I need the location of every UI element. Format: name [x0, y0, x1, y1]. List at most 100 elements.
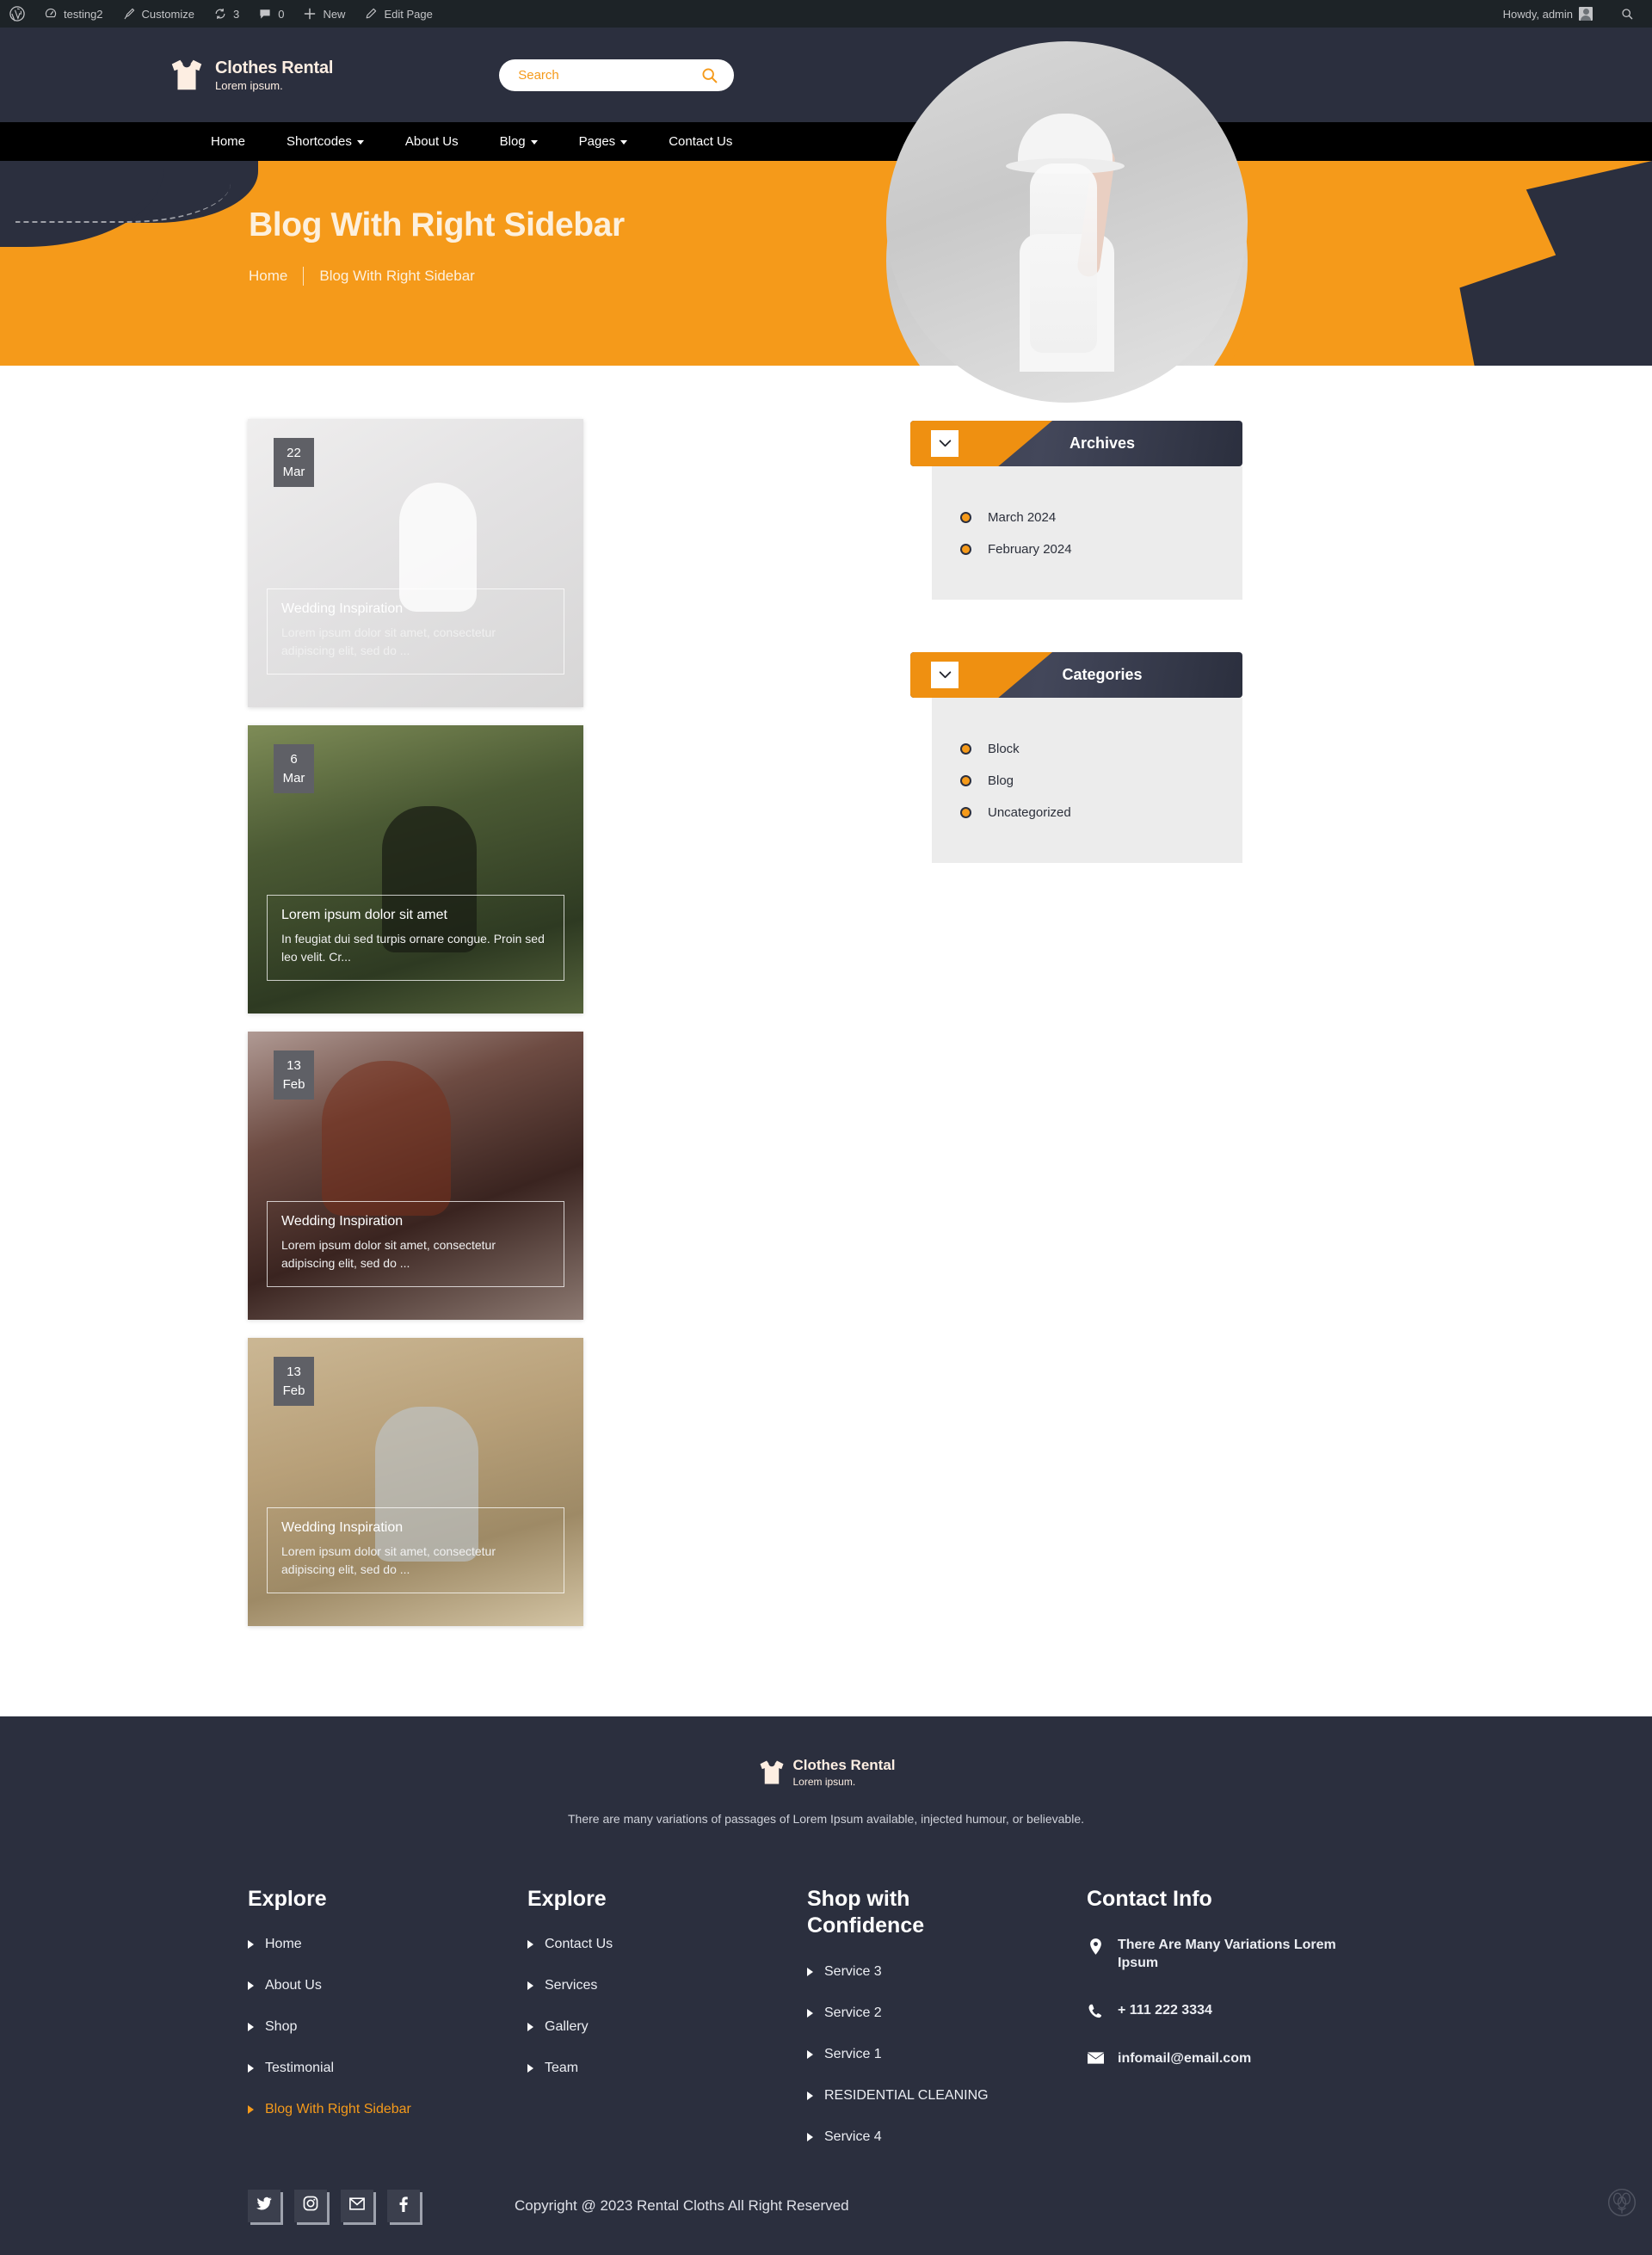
dashboard-icon: [44, 7, 58, 21]
wordpress-logo-menu[interactable]: [0, 0, 34, 28]
list-item[interactable]: Blog With Right Sidebar: [248, 2102, 452, 2117]
nav-item-blog[interactable]: Blog: [479, 122, 558, 161]
bullet-icon: [962, 777, 970, 785]
nav-link-home[interactable]: Home: [190, 122, 266, 161]
nav-item-contact-us[interactable]: Contact Us: [648, 122, 753, 161]
site-header: Clothes Rental Lorem ipsum.: [0, 28, 1652, 403]
site-logo-link[interactable]: Clothes Rental Lorem ipsum.: [167, 55, 333, 95]
social-link-instagram[interactable]: [294, 2189, 327, 2222]
footer-link[interactable]: Services: [545, 1978, 597, 1993]
list-item[interactable]: February 2024: [932, 533, 1242, 565]
customize-menu[interactable]: Customize: [113, 0, 204, 28]
post-card[interactable]: 22 Mar Wedding Inspiration Lorem ipsum d…: [248, 419, 583, 707]
my-account-menu[interactable]: Howdy, admin: [1494, 0, 1602, 28]
footer-link[interactable]: Home: [265, 1937, 302, 1952]
post-card[interactable]: 13 Feb Wedding Inspiration Lorem ipsum d…: [248, 1338, 583, 1626]
footer-link-list: Home About Us Shop Testimonial Blog With…: [248, 1937, 452, 2117]
nav-label: Pages: [578, 134, 616, 149]
widget-toggle-button[interactable]: [931, 430, 959, 457]
archive-link[interactable]: March 2024: [988, 510, 1056, 525]
post-title[interactable]: Wedding Inspiration: [281, 1214, 550, 1229]
edit-page-link[interactable]: Edit Page: [354, 0, 441, 28]
list-item[interactable]: About Us: [248, 1978, 452, 1993]
site-footer: Clothes Rental Lorem ipsum. There are ma…: [0, 1716, 1652, 2255]
list-item[interactable]: Blog: [932, 765, 1242, 797]
contact-email[interactable]: infomail@email.com: [1118, 2050, 1251, 2067]
contact-phone[interactable]: + 111 222 3334: [1118, 2002, 1212, 2019]
nav-label: Home: [211, 134, 246, 149]
post-card[interactable]: 6 Mar Lorem ipsum dolor sit amet In feug…: [248, 725, 583, 1014]
list-item[interactable]: RESIDENTIAL CLEANING: [807, 2088, 1011, 2104]
nav-link-pages[interactable]: Pages: [558, 122, 649, 161]
list-item[interactable]: Shop: [248, 2019, 452, 2035]
site-name-menu[interactable]: testing2: [34, 0, 113, 28]
nav-link-blog[interactable]: Blog: [479, 122, 558, 161]
nav-link-about-us[interactable]: About Us: [385, 122, 479, 161]
widget-toggle-button[interactable]: [931, 662, 959, 688]
list-item[interactable]: Gallery: [527, 2019, 731, 2035]
phone-icon: [1087, 2002, 1104, 2018]
category-link[interactable]: Blog: [988, 773, 1014, 788]
list-item[interactable]: Service 2: [807, 2005, 1011, 2021]
post-title[interactable]: Wedding Inspiration: [281, 1520, 550, 1536]
comments-menu[interactable]: 0: [249, 0, 293, 28]
footer-link[interactable]: RESIDENTIAL CLEANING: [824, 2088, 989, 2104]
list-item[interactable]: Services: [527, 1978, 731, 1993]
footer-link-active[interactable]: Blog With Right Sidebar: [265, 2102, 411, 2117]
social-links: [248, 2189, 420, 2222]
list-item[interactable]: Testimonial: [248, 2061, 452, 2076]
paintbrush-icon: [122, 7, 136, 21]
search-submit-button[interactable]: [700, 66, 718, 84]
list-item[interactable]: Uncategorized: [932, 797, 1242, 829]
footer-link[interactable]: Service 1: [824, 2047, 882, 2062]
search-input[interactable]: [518, 67, 701, 83]
list-item[interactable]: Service 4: [807, 2129, 1011, 2145]
nav-item-shortcodes[interactable]: Shortcodes: [266, 122, 385, 161]
footer-link[interactable]: Service 3: [824, 1964, 882, 1980]
archive-link[interactable]: February 2024: [988, 542, 1072, 557]
list-item[interactable]: Team: [527, 2061, 731, 2076]
new-content-menu[interactable]: New: [293, 0, 354, 28]
twitter-icon: [256, 2196, 272, 2215]
nav-link-shortcodes[interactable]: Shortcodes: [266, 122, 385, 161]
post-title[interactable]: Lorem ipsum dolor sit amet: [281, 908, 550, 923]
pencil-icon: [364, 7, 378, 21]
footer-link[interactable]: About Us: [265, 1978, 322, 1993]
list-item[interactable]: Home: [248, 1937, 452, 1952]
breadcrumb-home-link[interactable]: Home: [249, 268, 287, 285]
post-date-day: 13: [287, 1364, 301, 1379]
footer-link[interactable]: Service 4: [824, 2129, 882, 2145]
social-link-mail[interactable]: [341, 2189, 373, 2222]
social-link-facebook[interactable]: [387, 2189, 420, 2222]
list-item[interactable]: Contact Us: [527, 1937, 731, 1952]
list-item[interactable]: Service 3: [807, 1964, 1011, 1980]
list-item[interactable]: March 2024: [932, 502, 1242, 533]
nav-item-home[interactable]: Home: [190, 122, 266, 161]
footer-link[interactable]: Team: [545, 2061, 578, 2076]
footer-brand-text: Clothes Rental Lorem ipsum.: [792, 1757, 895, 1788]
list-item[interactable]: Service 1: [807, 2047, 1011, 2062]
post-card[interactable]: 13 Feb Wedding Inspiration Lorem ipsum d…: [248, 1032, 583, 1320]
footer-link[interactable]: Testimonial: [265, 2061, 334, 2076]
triangle-bullet-icon: [527, 2064, 533, 2073]
nav-item-pages[interactable]: Pages: [558, 122, 649, 161]
footer-logo-link[interactable]: Clothes Rental Lorem ipsum.: [0, 1757, 1652, 1788]
nav-link-contact-us[interactable]: Contact Us: [648, 122, 753, 161]
footer-link[interactable]: Contact Us: [545, 1937, 613, 1952]
chevron-down-icon: [939, 668, 952, 683]
chevron-down-icon: [530, 140, 538, 145]
post-title[interactable]: Wedding Inspiration: [281, 601, 550, 617]
header-inner: Clothes Rental Lorem ipsum.: [171, 55, 1480, 95]
admin-search-toggle[interactable]: [1611, 0, 1643, 28]
social-link-twitter[interactable]: [248, 2189, 280, 2222]
main-content: 22 Mar Wedding Inspiration Lorem ipsum d…: [172, 366, 1480, 1716]
category-link[interactable]: Uncategorized: [988, 805, 1071, 820]
nav-item-about-us[interactable]: About Us: [385, 122, 479, 161]
location-pin-icon: [1087, 1937, 1104, 1956]
list-item[interactable]: Block: [932, 733, 1242, 765]
category-link[interactable]: Block: [988, 742, 1020, 756]
footer-link[interactable]: Gallery: [545, 2019, 589, 2035]
footer-link[interactable]: Service 2: [824, 2005, 882, 2021]
footer-link[interactable]: Shop: [265, 2019, 297, 2035]
updates-menu[interactable]: 3: [204, 0, 249, 28]
